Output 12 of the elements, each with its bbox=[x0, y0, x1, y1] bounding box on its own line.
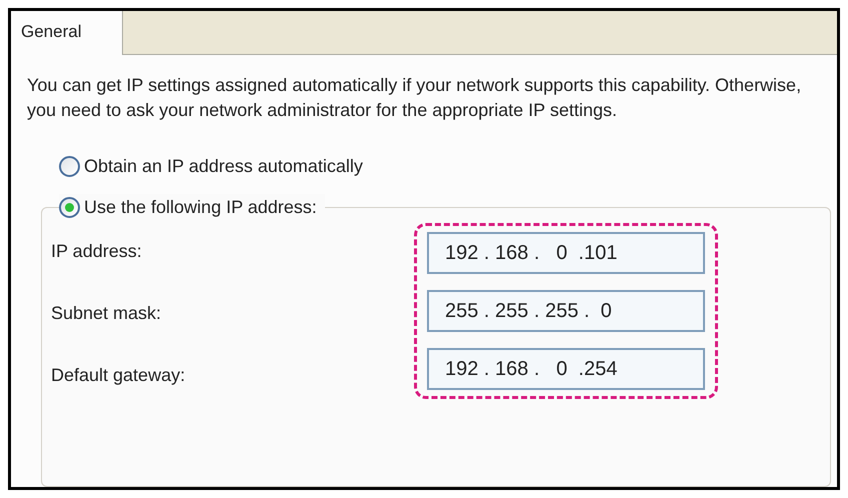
field-label: Default gateway: bbox=[51, 364, 186, 387]
radio-button[interactable] bbox=[59, 197, 80, 218]
ip-address-field[interactable]: 255 . 255 . 255 . 0 bbox=[427, 290, 705, 332]
field-label: IP address: bbox=[51, 240, 143, 263]
radio-button[interactable] bbox=[59, 156, 80, 177]
tab[interactable]: General bbox=[11, 11, 123, 55]
description-text: You can get IP settings assigned automatically if your network supports this capability. Otherwise, you need to ask your network administrator for the appropriate IP settings. bbox=[27, 74, 802, 122]
radio-label: Obtain an IP address automatically bbox=[84, 155, 363, 178]
ip-address-field[interactable]: 192 . 168 . 0 .101 bbox=[427, 232, 705, 274]
radio-label: Use the following IP address: bbox=[84, 196, 317, 219]
field-label: Subnet mask: bbox=[51, 302, 162, 325]
ip-address-field[interactable]: 192 . 168 . 0 .254 bbox=[427, 348, 705, 390]
